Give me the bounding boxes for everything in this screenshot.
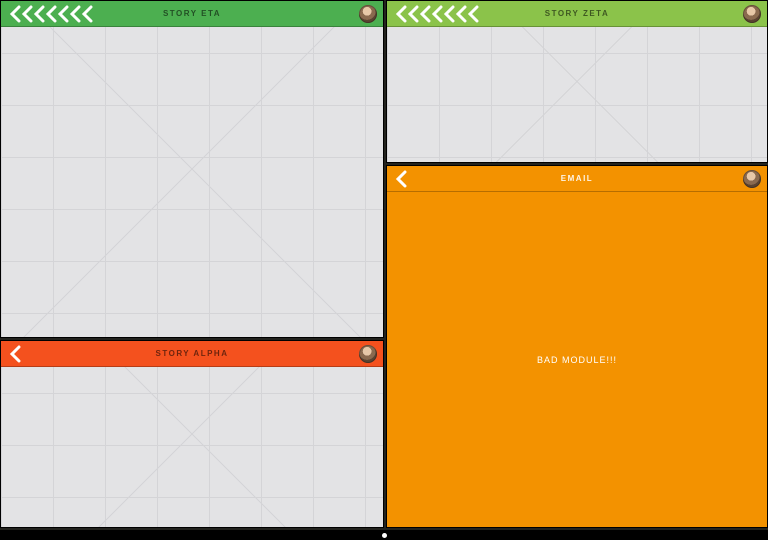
avatar[interactable]	[359, 5, 377, 23]
panel-header[interactable]: EMAIL	[387, 166, 767, 192]
panel-story-zeta[interactable]: STORY ZETA	[386, 0, 768, 163]
panel-body-placeholder	[1, 1, 383, 337]
chevron-left-icon	[7, 345, 23, 363]
back-chevrons[interactable]	[393, 1, 481, 26]
chevron-left-icon	[79, 5, 95, 23]
panel-story-eta[interactable]: STORY ETA	[0, 0, 384, 338]
panel-body-placeholder	[1, 341, 383, 527]
avatar[interactable]	[359, 345, 377, 363]
page-indicator-dot[interactable]	[382, 533, 387, 538]
workspace: STORY ETA STORY ZETA STO	[0, 0, 768, 540]
back-chevrons[interactable]	[7, 341, 23, 366]
chevron-left-icon	[465, 5, 481, 23]
pager-bar	[0, 530, 768, 540]
panel-header[interactable]: STORY ZETA	[387, 1, 767, 27]
panel-title: EMAIL	[387, 174, 767, 183]
error-message: BAD MODULE!!!	[387, 192, 767, 527]
chevron-left-icon	[393, 170, 409, 188]
panel-title: STORY ALPHA	[1, 349, 383, 358]
back-chevrons[interactable]	[7, 1, 95, 26]
back-chevrons[interactable]	[393, 166, 409, 191]
panel-email[interactable]: EMAIL BAD MODULE!!!	[386, 165, 768, 528]
panel-header[interactable]: STORY ETA	[1, 1, 383, 27]
avatar[interactable]	[743, 170, 761, 188]
avatar[interactable]	[743, 5, 761, 23]
panel-header[interactable]: STORY ALPHA	[1, 341, 383, 367]
panel-story-alpha[interactable]: STORY ALPHA	[0, 340, 384, 528]
